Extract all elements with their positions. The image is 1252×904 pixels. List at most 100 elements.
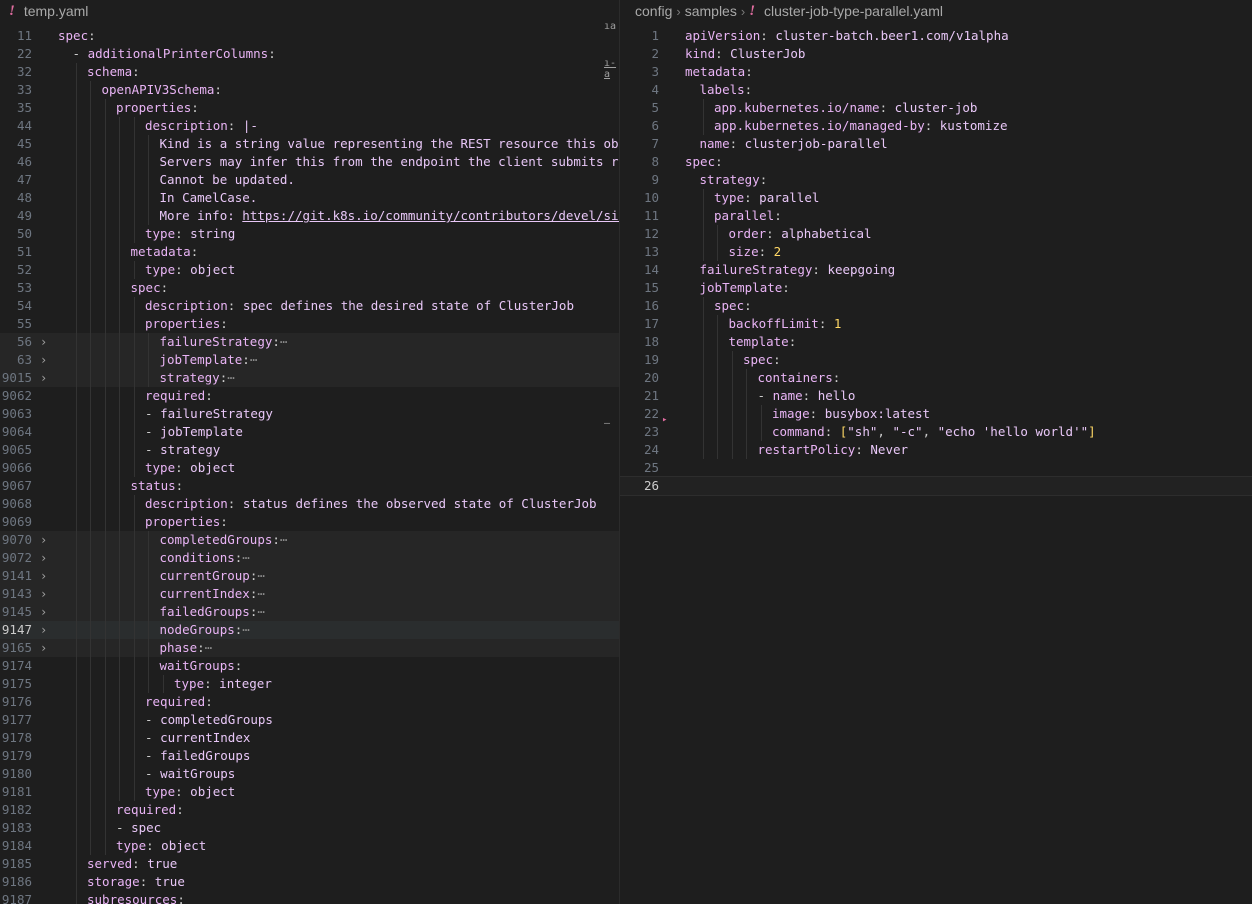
code-line[interactable]: 15 jobTemplate: — [620, 279, 1252, 297]
code-line[interactable]: 14 failureStrategy: keepgoing — [620, 261, 1252, 279]
code-line[interactable]: 44 description: |- — [0, 117, 619, 135]
code-line[interactable]: 11 parallel: — [620, 207, 1252, 225]
code-line[interactable]: 52 type: object — [0, 261, 619, 279]
code-line[interactable]: 21 - name: hello — [620, 387, 1252, 405]
code-line[interactable]: 9015 › strategy:⋯ — [0, 369, 619, 387]
chevron-right-icon[interactable]: › — [40, 549, 54, 567]
right-editor-pane[interactable]: config › samples › ! cluster-job-type-pa… — [620, 0, 1252, 904]
code-line[interactable]: 50 type: string — [0, 225, 619, 243]
code-line[interactable]: 6 app.kubernetes.io/managed-by: kustomize — [620, 117, 1252, 135]
code-line[interactable]: 2 kind: ClusterJob — [620, 45, 1252, 63]
chevron-right-icon[interactable]: › — [40, 351, 54, 369]
code-line[interactable]: 8 spec: — [620, 153, 1252, 171]
code-line[interactable]: 48 In CamelCase. — [0, 189, 619, 207]
code-line[interactable]: 9179 - failedGroups — [0, 747, 619, 765]
right-code-area[interactable]: 1 apiVersion: cluster-batch.beer1.com/v1a… — [620, 27, 1252, 904]
code-line[interactable]: 20 containers: — [620, 369, 1252, 387]
chevron-right-icon[interactable]: › — [40, 531, 54, 549]
code-line[interactable]: 9147 › nodeGroups:⋯ — [0, 621, 619, 639]
code-line[interactable]: 24 restartPolicy: Never — [620, 441, 1252, 459]
token: ⋯ — [257, 568, 265, 583]
code-line[interactable]: 9186 storage: true — [0, 873, 619, 891]
code-line[interactable]: 63 › jobTemplate:⋯ — [0, 351, 619, 369]
code-line[interactable]: 13 size: 2 — [620, 243, 1252, 261]
code-line[interactable]: 10 type: parallel — [620, 189, 1252, 207]
token: "sh" — [847, 424, 878, 439]
code-line[interactable]: 9145 › failedGroups:⋯ — [0, 603, 619, 621]
code-line[interactable]: 9069 properties: — [0, 513, 619, 531]
line-number: 9145 — [1, 604, 32, 619]
chevron-right-icon[interactable]: › — [40, 369, 54, 387]
code-line[interactable]: 12 order: alphabetical — [620, 225, 1252, 243]
chevron-right-icon[interactable]: › — [40, 585, 54, 603]
code-line[interactable]: 22 image: busybox:latest — [620, 405, 1252, 423]
code-line[interactable]: 46 Servers may infer this from the endpoi… — [0, 153, 619, 171]
code-line[interactable]: 9062 required: — [0, 387, 619, 405]
code-line[interactable]: 47 Cannot be updated. — [0, 171, 619, 189]
code-line[interactable]: 45 Kind is a string value representing th… — [0, 135, 619, 153]
code-line[interactable]: 9177 - completedGroups — [0, 711, 619, 729]
code-line[interactable]: 19 spec: — [620, 351, 1252, 369]
code-line[interactable]: 9063 - failureStrategy — [0, 405, 619, 423]
chevron-right-icon[interactable]: › — [40, 603, 54, 621]
code-line[interactable]: 9182 required: — [0, 801, 619, 819]
chevron-right-icon[interactable]: › — [40, 567, 54, 585]
code-line[interactable]: 16 spec: — [620, 297, 1252, 315]
line-number: 48 — [16, 190, 32, 205]
code-line[interactable]: 9178 - currentIndex — [0, 729, 619, 747]
code-line[interactable]: 9180 - waitGroups — [0, 765, 619, 783]
code-line[interactable]: 9064 - jobTemplate — [0, 423, 619, 441]
breadcrumb-file[interactable]: cluster-job-type-parallel.yaml — [764, 3, 943, 19]
chevron-right-icon[interactable]: › — [40, 639, 54, 657]
code-line[interactable]: 3 metadata: — [620, 63, 1252, 81]
code-line[interactable]: 56 › failureStrategy:⋯ — [0, 333, 619, 351]
breadcrumb-samples[interactable]: samples — [685, 3, 737, 19]
breadcrumb-config[interactable]: config — [635, 3, 672, 19]
code-line[interactable]: 35 properties: — [0, 99, 619, 117]
yaml-file-icon: ! — [749, 2, 756, 19]
code-line[interactable]: 5 app.kubernetes.io/name: cluster-job — [620, 99, 1252, 117]
code-line[interactable]: 33 openAPIV3Schema: — [0, 81, 619, 99]
code-line[interactable]: 49 More info: https://git.k8s.io/communit… — [0, 207, 619, 225]
code-line[interactable]: 9143 › currentIndex:⋯ — [0, 585, 619, 603]
code-line[interactable]: 9175 type: integer — [0, 675, 619, 693]
left-file-tab[interactable]: temp.yaml — [24, 3, 89, 19]
code-line[interactable]: 9065 - strategy — [0, 441, 619, 459]
left-code-area[interactable]: 11 spec: 22 - additionalPrinterColumns: 32 sc… — [0, 27, 619, 904]
code-line[interactable]: 17 backoffLimit: 1 — [620, 315, 1252, 333]
code-line[interactable]: 23 command: ["sh", "-c", "echo 'hello wor… — [620, 423, 1252, 441]
code-line[interactable]: 9185 served: true — [0, 855, 619, 873]
code-line[interactable]: 9067 status: — [0, 477, 619, 495]
code-line[interactable]: 9 strategy: — [620, 171, 1252, 189]
code-line[interactable]: 9184 type: object — [0, 837, 619, 855]
code-line[interactable]: 9174 waitGroups: — [0, 657, 619, 675]
token: jobTemplate — [699, 280, 783, 295]
chevron-right-icon[interactable]: › — [40, 621, 54, 639]
code-line[interactable]: 9066 type: object — [0, 459, 619, 477]
code-line[interactable]: 9070 › completedGroups:⋯ — [0, 531, 619, 549]
code-line[interactable]: 32 schema: — [0, 63, 619, 81]
code-line[interactable]: 55 properties: — [0, 315, 619, 333]
code-line[interactable]: 9072 › conditions:⋯ — [0, 549, 619, 567]
code-line[interactable]: 51 metadata: — [0, 243, 619, 261]
code-line[interactable]: 9176 required: — [0, 693, 619, 711]
code-line[interactable]: 26 — [620, 476, 1252, 496]
code-line[interactable]: 9187 subresources: — [0, 891, 619, 904]
code-line[interactable]: 25 — [620, 459, 1252, 477]
code-line[interactable]: 4 labels: — [620, 81, 1252, 99]
code-line[interactable]: 22 - additionalPrinterColumns: — [0, 45, 619, 63]
code-line[interactable]: 9068 description: status defines the obse… — [0, 495, 619, 513]
code-line[interactable]: 53 spec: — [0, 279, 619, 297]
code-line[interactable]: 9183 - spec — [0, 819, 619, 837]
code-line[interactable]: 9165 › phase:⋯ — [0, 639, 619, 657]
code-line[interactable]: 18 template: — [620, 333, 1252, 351]
line-number: 47 — [16, 172, 32, 187]
code-line[interactable]: 54 description: spec defines the desired … — [0, 297, 619, 315]
code-line[interactable]: 7 name: clusterjob-parallel — [620, 135, 1252, 153]
code-line[interactable]: 11 spec: — [0, 27, 619, 45]
code-line[interactable]: 1 apiVersion: cluster-batch.beer1.com/v1a… — [620, 27, 1252, 45]
chevron-right-icon[interactable]: › — [40, 333, 54, 351]
code-line[interactable]: 9181 type: object — [0, 783, 619, 801]
code-line[interactable]: 9141 › currentGroup:⋯ — [0, 567, 619, 585]
left-editor-pane[interactable]: ! temp.yaml 11 spec: 22 - additionalPrinter… — [0, 0, 620, 904]
